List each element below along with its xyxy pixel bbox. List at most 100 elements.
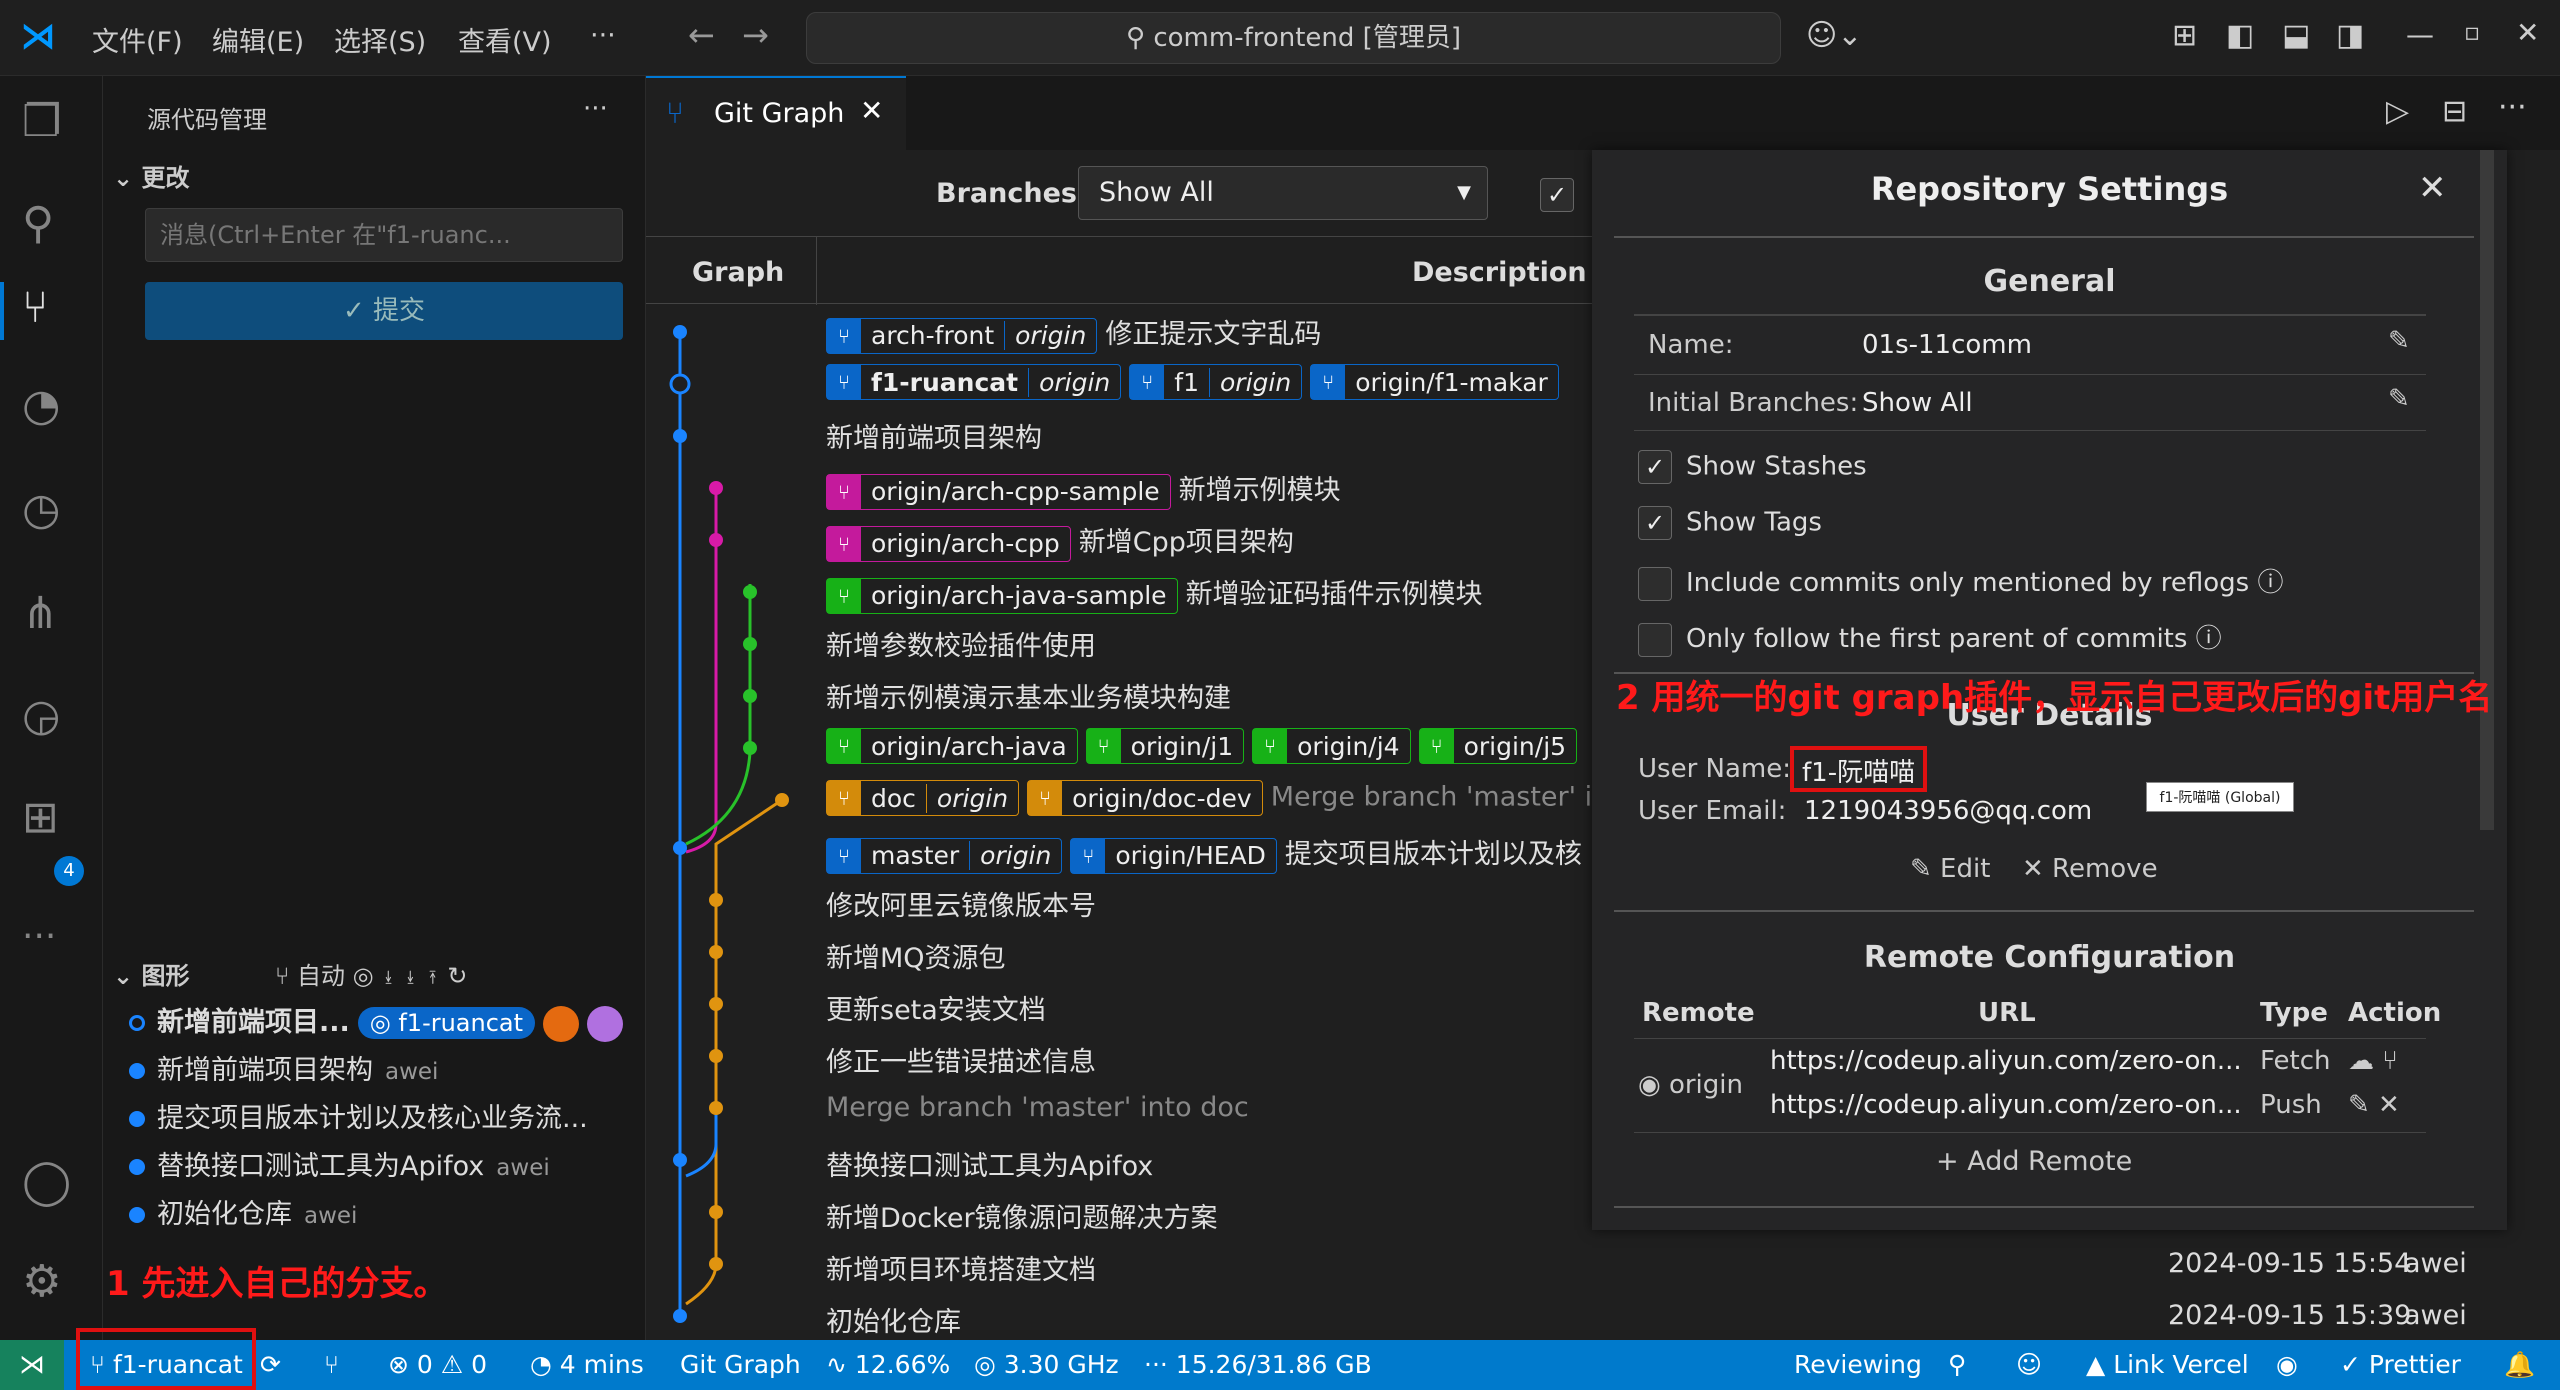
branch-tag[interactable]: ⑂ origin/f1-makar — [1310, 364, 1559, 400]
scrollbar[interactable] — [2480, 150, 2494, 830]
commit-row[interactable]: ⑂ arch-front origin 修正提示文字乱码 — [826, 312, 1321, 354]
settings-gear-icon[interactable]: ⚙ — [22, 1256, 80, 1314]
toggle-secondary-sidebar-icon[interactable]: ◨ — [2336, 18, 2364, 53]
split-editor-icon[interactable]: ⊟ — [2442, 94, 2467, 129]
menu-more[interactable]: ··· — [590, 20, 616, 51]
show-remote-checkbox[interactable]: ✓ — [1540, 178, 1588, 212]
gitlens-icon[interactable]: ◶ — [22, 690, 80, 748]
branch-tag[interactable]: ⑂ arch-front origin — [826, 317, 1098, 354]
sync-icon[interactable]: ⟳ — [260, 1350, 281, 1379]
commit-message-input[interactable]: 消息(Ctrl+Enter 在"f1-ruanc... — [145, 208, 623, 262]
extensions-icon[interactable]: ⊞ — [22, 792, 80, 850]
branch-tag[interactable]: ⑂ origin/doc-dev — [1027, 780, 1263, 816]
checkbox[interactable]: ✓ — [1638, 450, 1672, 484]
extension-status-icon[interactable]: ◉ — [2276, 1350, 2298, 1379]
ghz-status[interactable]: ◎ 3.30 GHz — [974, 1350, 1119, 1379]
settings-option[interactable]: Only follow the first parent of commits … — [1638, 618, 2222, 657]
reviewing-status[interactable]: Reviewing — [1794, 1350, 1922, 1379]
run-debug-icon[interactable]: ◷ — [22, 484, 80, 542]
branches-select[interactable]: Show All ▼ — [1078, 166, 1488, 220]
graph-list-item[interactable]: 初始化仓库 awei — [129, 1192, 357, 1231]
copilot-icon[interactable]: ☺⌄ — [1806, 18, 1862, 53]
menu-selection[interactable]: 选择(S) — [334, 20, 426, 59]
commit-row[interactable]: ⑂ origin/arch-java ⑂ origin/j1 ⑂ origin/j4 ⑂ or… — [826, 728, 1585, 764]
graph-auto-toggle[interactable]: ⑂ 自动 ◎ ⤓ ⤓ ⤒ ↻ — [275, 956, 467, 991]
branch-status[interactable]: ⑂ f1-ruancat — [90, 1350, 243, 1379]
copilot-status-icon[interactable]: ☺ — [2016, 1350, 2042, 1379]
menu-file[interactable]: 文件(F) — [92, 20, 183, 59]
changes-header[interactable]: ⌄ 更改 — [113, 158, 189, 193]
remote-explorer-icon[interactable]: ⋔ — [22, 588, 80, 646]
edit-name-icon[interactable]: ✎ — [2388, 326, 2410, 356]
close-tab-icon[interactable]: ✕ — [860, 94, 883, 127]
checkbox[interactable] — [1638, 622, 1672, 657]
editor-more-icon[interactable]: ··· — [2498, 90, 2527, 125]
commit-row[interactable]: 更新seta安装文档 — [826, 988, 1046, 1027]
branch-tag[interactable]: ⑂ master origin — [826, 837, 1063, 874]
branch-tag[interactable]: ⑂ origin/arch-java — [826, 728, 1078, 764]
search-view-icon[interactable]: ⚲ — [22, 198, 80, 256]
commit-row[interactable]: ⑂ origin/arch-java-sample 新增验证码插件示例模块 — [826, 572, 1483, 614]
edit-initial-branches-icon[interactable]: ✎ — [2388, 384, 2410, 414]
close-settings-icon[interactable]: ✕ — [2418, 168, 2447, 208]
menu-edit[interactable]: 编辑(E) — [212, 20, 304, 59]
commit-row[interactable]: 替换接口测试工具为Apifox — [826, 1144, 1153, 1183]
settings-option[interactable]: ✓ Show Stashes — [1638, 450, 1867, 484]
prettier-status[interactable]: ✓ Prettier — [2340, 1350, 2461, 1379]
commit-row[interactable]: 新增参数校验插件使用 — [826, 624, 1096, 663]
checkbox[interactable] — [1638, 566, 1672, 601]
settings-option[interactable]: Include commits only mentioned by reflog… — [1638, 562, 2284, 601]
graph-list-item[interactable]: 新增前端项目架构 awei — [129, 1048, 438, 1087]
edit-user-button[interactable]: ✎ Edit — [1910, 854, 1990, 884]
toggle-panel-icon[interactable]: ⬓ — [2282, 18, 2310, 53]
edit-remove-remote-icon[interactable]: ✎ ✕ — [2348, 1090, 2400, 1120]
source-control-icon[interactable]: ⑂ — [22, 282, 80, 340]
commit-row[interactable]: 新增Docker镜像源问题解决方案 — [826, 1196, 1218, 1235]
forward-arrow-icon[interactable]: → — [742, 16, 769, 54]
command-center-search[interactable]: ⚲ comm-frontend [管理员] — [806, 12, 1781, 64]
tab-git-graph[interactable]: ⑂ Git Graph ✕ — [646, 76, 906, 150]
branch-tag[interactable]: ⑂ f1 origin — [1129, 364, 1303, 400]
commit-row[interactable]: ⑂ f1-ruancat origin ⑂ f1 origin ⑂ origin/f1-mak… — [826, 364, 1567, 400]
run-icon[interactable]: ▷ — [2386, 94, 2409, 129]
close-window-icon[interactable]: ✕ — [2516, 16, 2539, 49]
commit-row[interactable]: 新增示例模演示基本业务模块构建 — [826, 676, 1231, 715]
commit-row[interactable]: 新增项目环境搭建文档 — [826, 1248, 1096, 1287]
graph-list-item[interactable]: 提交项目版本计划以及核心业务流... — [129, 1096, 588, 1135]
zoom-icon[interactable]: ⚲ — [1948, 1350, 1966, 1379]
commit-row[interactable]: 初始化仓库 — [826, 1300, 961, 1339]
commit-row[interactable]: ⑂ doc origin ⑂ origin/doc-dev Merge branch 'm… — [826, 780, 1620, 816]
explorer-icon[interactable]: ❐ — [22, 96, 80, 154]
git-compare-icon[interactable]: ⑂ — [324, 1350, 339, 1379]
branch-tag[interactable]: ⑂ origin/arch-java-sample — [826, 577, 1178, 614]
git-graph-icon[interactable]: ◔ — [22, 380, 80, 438]
sidebar-more-icon[interactable]: ··· — [583, 94, 608, 124]
branch-tag[interactable]: ⑂ origin/HEAD — [1070, 837, 1277, 874]
minimize-icon[interactable]: — — [2406, 18, 2434, 51]
commit-row[interactable]: 新增MQ资源包 — [826, 936, 1006, 975]
toggle-sidebar-icon[interactable]: ◧ — [2226, 18, 2254, 53]
memory-status[interactable]: ··· 15.26/31.86 GB — [1144, 1350, 1372, 1379]
graph-list-item[interactable]: 新增前端项目... ◎ f1-ruancat — [129, 1000, 624, 1042]
branch-tag[interactable]: ⑂ origin/arch-cpp-sample — [826, 473, 1171, 510]
branch-tag[interactable]: ⑂ origin/j1 — [1085, 728, 1245, 764]
branch-tag[interactable]: ⑂ origin/arch-cpp — [826, 525, 1071, 562]
branch-tag[interactable]: ⑂ origin/j4 — [1252, 728, 1411, 764]
problems-status[interactable]: ⊗ 0 ⚠ 0 — [388, 1350, 487, 1379]
more-views-icon[interactable]: ··· — [22, 916, 80, 974]
commit-button[interactable]: ✓ 提交 — [145, 282, 623, 340]
remove-user-button[interactable]: ✕ Remove — [2022, 854, 2158, 884]
fetch-remote-icon[interactable]: ☁ ⑂ — [2348, 1046, 2398, 1076]
remote-indicator-icon[interactable]: ⋊ — [0, 1340, 64, 1390]
branch-tag[interactable]: ⑂ doc origin — [826, 780, 1020, 816]
commit-row[interactable]: 修正一些错误描述信息 — [826, 1040, 1096, 1079]
add-remote-button[interactable]: + Add Remote — [1936, 1146, 2132, 1177]
menu-view[interactable]: 查看(V) — [458, 20, 552, 59]
checkbox[interactable]: ✓ — [1638, 506, 1672, 540]
commit-row[interactable]: ⑂ origin/arch-cpp 新增Cpp项目架构 — [826, 520, 1294, 562]
commit-row[interactable]: Merge branch 'master' into doc — [826, 1092, 1249, 1123]
commit-row[interactable]: ⑂ master origin ⑂ origin/HEAD 提交项目版本计划以及核 — [826, 832, 1582, 874]
restore-icon[interactable]: ▫ — [2464, 18, 2480, 46]
branch-tag[interactable]: ⑂ f1-ruancat origin — [826, 364, 1122, 400]
graph-list-item[interactable]: 替换接口测试工具为Apifox awei — [129, 1144, 550, 1183]
